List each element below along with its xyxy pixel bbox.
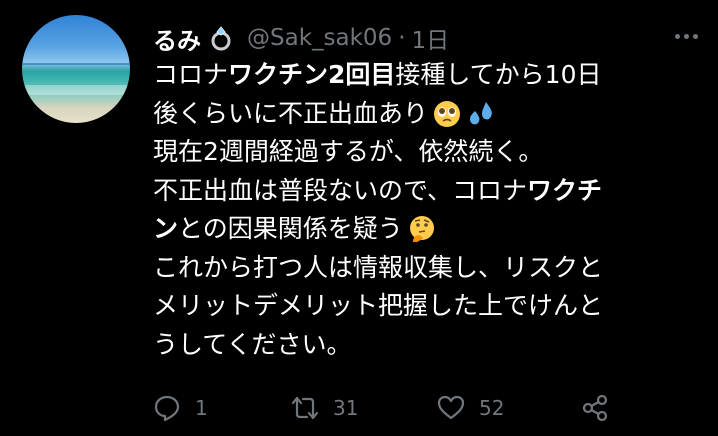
text-line: コロナ ワクチン2回目 接種してから10日 — [153, 60, 602, 89]
retweet-icon — [291, 396, 319, 420]
text-line: 後くらいに不正出血あり — [153, 95, 703, 134]
more-options-icon[interactable] — [674, 26, 700, 48]
retweet-button[interactable]: 31 — [291, 388, 358, 428]
pleading-face-emoji — [432, 99, 462, 129]
text-line: ンとの因果関係を疑う — [153, 210, 703, 249]
ring-icon — [207, 24, 235, 52]
tweet-timestamp[interactable]: 1日 — [412, 21, 450, 55]
author-handle[interactable]: @Sak_sak06 — [247, 25, 392, 51]
reply-icon — [154, 395, 180, 422]
tweet-text: コロナ ワクチン2回目 接種してから10日 後くらいに不正出血あり 現在2週間経… — [153, 56, 703, 364]
avatar-horizon — [22, 63, 130, 65]
avatar[interactable] — [22, 15, 130, 123]
text-line: 現在2週間経過するが、依然続く。 — [153, 137, 544, 166]
like-count: 52 — [479, 396, 505, 420]
author-name[interactable]: るみ — [153, 21, 201, 56]
tweet-actions: 1 31 52 — [153, 388, 673, 428]
heart-icon — [437, 395, 465, 420]
header-separator: · — [398, 25, 406, 51]
text-line: これから打つ人は情報収集し、リスクと — [153, 252, 604, 282]
avatar-surf — [22, 85, 130, 95]
text-line: メリットデメリット把握した上でけんと — [153, 291, 604, 320]
like-button[interactable]: 52 — [437, 388, 504, 428]
share-icon — [582, 394, 608, 422]
reply-button[interactable]: 1 — [153, 388, 208, 428]
text-line: うしてください。 — [153, 329, 352, 359]
thinking-face-emoji — [407, 214, 437, 244]
sweat-droplets-emoji — [466, 99, 496, 129]
retweet-count: 31 — [333, 396, 359, 420]
share-button[interactable] — [581, 388, 609, 428]
tweet-header: るみ @Sak_sak06 · 1日 — [153, 20, 449, 56]
reply-count: 1 — [195, 396, 208, 420]
text-line: 不正出血は普段ないので、コロナ ワクチ — [153, 175, 603, 205]
